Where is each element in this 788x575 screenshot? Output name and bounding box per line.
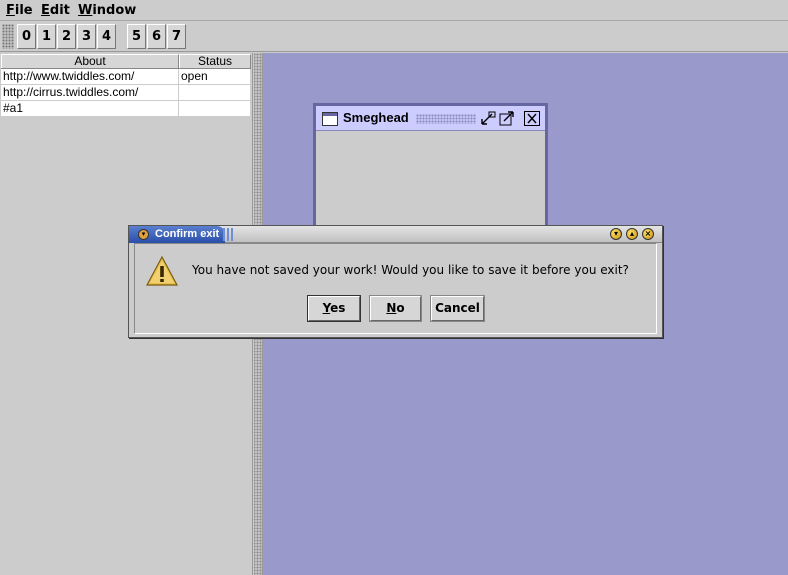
column-header-status[interactable]: Status	[179, 54, 251, 68]
yes-button[interactable]: Yes	[307, 295, 361, 322]
dialog-title-bar[interactable]: ▾ Confirm exit ▾ ▴ ×	[129, 226, 662, 243]
table-row[interactable]: http://cirrus.twiddles.com/	[1, 85, 251, 101]
confirm-exit-dialog[interactable]: ▾ Confirm exit ▾ ▴ × You have not saved …	[128, 225, 663, 338]
toolbar-button-6[interactable]: 6	[147, 24, 166, 49]
table-cell-status[interactable]: open	[179, 69, 251, 84]
toolbar-button-3[interactable]: 3	[77, 24, 96, 49]
menu-file[interactable]: File	[6, 3, 33, 18]
table-cell-about[interactable]: #a1	[1, 101, 179, 116]
warning-icon	[145, 255, 179, 286]
toolbar-button-7[interactable]: 7	[167, 24, 186, 49]
toolbar-button-5[interactable]: 5	[127, 24, 146, 49]
dialog-message: You have not saved your work! Would you …	[192, 263, 629, 277]
toolbar-grip-icon[interactable]	[2, 24, 14, 49]
dialog-menu-icon[interactable]: ▾	[138, 229, 149, 240]
table-row[interactable]: http://www.twiddles.com/ open	[1, 69, 251, 85]
table-row[interactable]: #a1	[1, 101, 251, 117]
title-bar-texture	[416, 114, 476, 124]
toolbar-button-1[interactable]: 1	[37, 24, 56, 49]
close-icon[interactable]	[524, 111, 540, 126]
iconify-icon[interactable]	[480, 111, 496, 126]
table-cell-status[interactable]	[179, 101, 251, 116]
menu-bar: File Edit Window	[0, 0, 788, 21]
maximize-icon[interactable]	[499, 111, 515, 126]
minimize-icon[interactable]: ▾	[610, 228, 622, 240]
toolbar-button-4[interactable]: 4	[97, 24, 116, 49]
url-table: About Status http://www.twiddles.com/ op…	[1, 54, 251, 117]
window-icon[interactable]	[322, 112, 338, 126]
dialog-title-tab: ▾ Confirm exit	[129, 226, 235, 243]
table-header: About Status	[1, 54, 251, 69]
menu-window[interactable]: Window	[78, 3, 136, 18]
internal-frame-title: Smeghead	[343, 110, 409, 125]
toolbar: 0 1 2 3 4 5 6 7	[0, 21, 788, 52]
no-button[interactable]: No	[369, 295, 422, 322]
table-cell-about[interactable]: http://www.twiddles.com/	[1, 69, 179, 84]
toolbar-button-0[interactable]: 0	[17, 24, 36, 49]
internal-frame-title-bar[interactable]: Smeghead	[316, 106, 545, 131]
menu-edit[interactable]: Edit	[41, 3, 70, 18]
dialog-body: You have not saved your work! Would you …	[134, 243, 657, 334]
cancel-button[interactable]: Cancel	[430, 295, 485, 322]
dialog-title: Confirm exit	[155, 228, 220, 240]
table-cell-status[interactable]	[179, 85, 251, 100]
maximize-icon[interactable]: ▴	[626, 228, 638, 240]
toolbar-button-2[interactable]: 2	[57, 24, 76, 49]
close-icon[interactable]: ×	[642, 228, 654, 240]
column-header-about[interactable]: About	[1, 54, 179, 68]
table-cell-about[interactable]: http://cirrus.twiddles.com/	[1, 85, 179, 100]
